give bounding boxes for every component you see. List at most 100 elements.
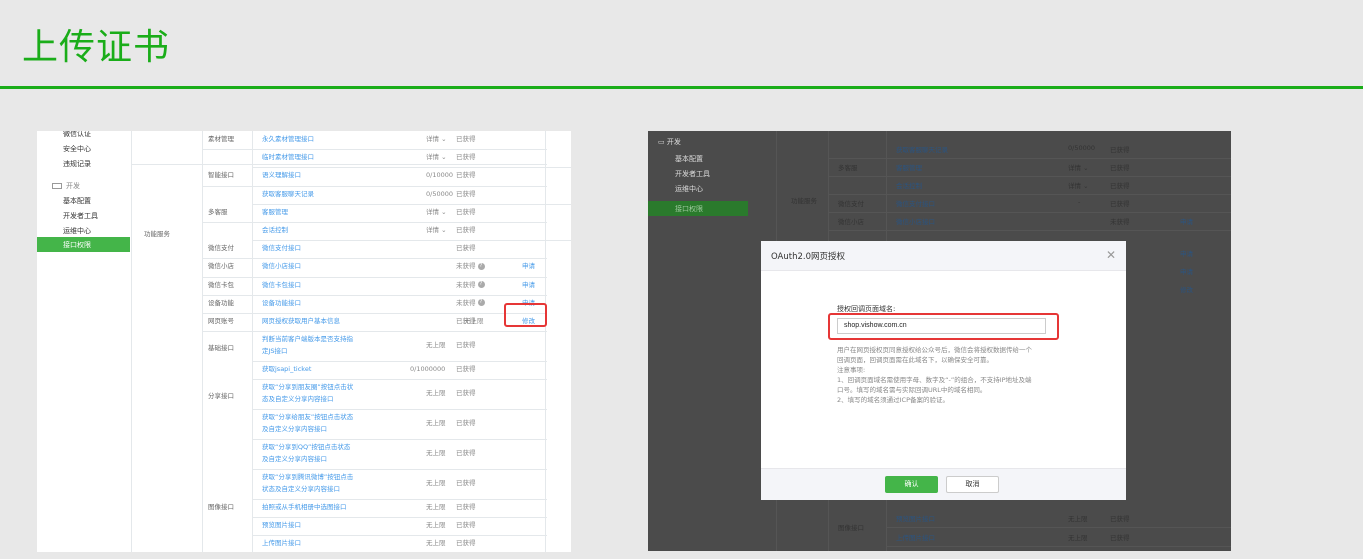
dialog-footer: 确认 取消 [761, 468, 1126, 500]
interface-link[interactable]: 获取客服聊天记录 [896, 144, 948, 154]
interface-link[interactable]: 获取jsapi_ticket [262, 364, 311, 375]
status-cell: 已获得 [456, 341, 476, 350]
oauth-dialog: OAuth2.0网页授权 ✕ 授权回调页面域名: shop.vishow.com… [761, 241, 1126, 500]
limit-cell: 详情 ⌄ [1068, 182, 1089, 190]
sidebar-item-interface-permissions[interactable]: 接口权限 [37, 237, 130, 252]
limit-cell: 0/50000 [426, 189, 454, 198]
limit-cell: 0/10000 [426, 171, 454, 180]
confirm-button[interactable]: 确认 [885, 476, 938, 493]
interface-link[interactable]: 会话控制 [896, 180, 922, 190]
category-cell: 微信卡包 [208, 280, 234, 289]
interface-link[interactable]: 微信小店接口 [262, 261, 301, 272]
limit-cell: 无上限 [1068, 534, 1088, 542]
highlight-box [828, 313, 1059, 340]
sidebar-item-ops-center[interactable]: 运维中心 [63, 226, 91, 236]
interface-link[interactable]: 微信卡包接口 [262, 280, 301, 291]
interface-link[interactable]: 及自定义分享内容接口 [262, 424, 327, 435]
category-cell: 图像接口 [208, 503, 234, 512]
status-cell: 已获得 [456, 389, 476, 398]
interface-link[interactable]: 网页授权获取用户基本信息 [262, 316, 340, 327]
sidebar-item-basic-config[interactable]: 基本配置 [63, 196, 91, 206]
dialog-note: 2、填写的域名须通过ICP备案的验证。 [837, 396, 950, 404]
interface-link[interactable]: 会话控制 [262, 225, 288, 236]
category-cell: 网页账号 [208, 317, 234, 325]
status-cell: 未获得? [456, 280, 485, 291]
status-cell: 已获得 [456, 153, 476, 162]
interface-link[interactable]: 设备功能接口 [262, 298, 301, 309]
interface-link[interactable]: 拍照或从手机相册中选图接口 [262, 502, 347, 513]
close-icon[interactable]: ✕ [1106, 248, 1116, 262]
title-divider [0, 86, 1363, 89]
interface-link[interactable]: 上传图片接口 [262, 538, 301, 549]
status-cell: 未获得 [1110, 218, 1130, 226]
sidebar-group-dev: ▭ 开发 [658, 138, 681, 146]
limit-cell[interactable]: 详情 ⌄ [426, 207, 447, 218]
help-icon[interactable]: ? [477, 299, 485, 307]
sidebar-item-security[interactable]: 安全中心 [63, 144, 91, 154]
interface-link[interactable]: 态及自定义分享内容接口 [262, 394, 334, 405]
interface-link[interactable]: 获取客服聊天记录 [262, 189, 314, 200]
interface-link[interactable]: 语义理解接口 [262, 170, 301, 181]
interface-link[interactable]: 预览图片接口 [896, 513, 935, 523]
apply-link[interactable]: 申请 [1180, 248, 1193, 258]
sidebar-item-interface-permissions[interactable]: 接口权限 [648, 201, 748, 216]
interface-link[interactable]: 客服管理 [262, 207, 288, 218]
interface-link[interactable]: 微信支付接口 [262, 243, 301, 254]
category-cell: 基础接口 [208, 344, 234, 353]
category-cell: 分享接口 [208, 392, 234, 401]
interface-link[interactable]: 上传图片接口 [896, 532, 935, 542]
sidebar-item-dev-tools[interactable]: 开发者工具 [63, 211, 98, 221]
slide-title: 上传证书 [22, 27, 171, 68]
interface-link[interactable]: 客服管理 [896, 162, 922, 172]
permissions-table: 素材管理 永久素材管理接口 详情 ⌄ 已获得 临时素材管理接口 详情 ⌄ 已获得 智能接口 语义… [131, 131, 571, 552]
apply-link[interactable]: 申请 [522, 280, 535, 291]
sidebar-item-ops-center[interactable]: 运维中心 [675, 184, 703, 194]
code-icon [52, 183, 62, 189]
dialog-title: OAuth2.0网页授权 [771, 252, 845, 262]
limit-cell: 详情 ⌄ [1068, 164, 1089, 172]
interface-link[interactable]: 定JS接口 [262, 346, 288, 357]
apply-link[interactable]: 申请 [1180, 266, 1193, 276]
category-cell: 图像接口 [838, 524, 864, 532]
code-icon: ▭ [658, 138, 667, 146]
limit-cell[interactable]: 详情 ⌄ [426, 225, 447, 236]
limit-cell: 0/50000 [1068, 144, 1096, 152]
category-cell: 微信小店 [838, 218, 864, 226]
apply-link[interactable]: 申请 [522, 261, 535, 272]
status-cell: 已获得 [456, 189, 476, 198]
apply-link[interactable]: 申请 [1180, 216, 1193, 226]
sidebar-item-wechat-verify[interactable]: 微信认证 [63, 131, 91, 139]
limit-cell: 无上限 [426, 479, 446, 488]
cancel-button[interactable]: 取消 [946, 476, 999, 493]
interface-link[interactable]: 临时素材管理接口 [262, 152, 314, 163]
interface-link[interactable]: 获取“分享到朋友圈”按钮点击状 [262, 382, 353, 393]
status-cell: 已获得 [1110, 146, 1130, 154]
interface-link[interactable]: 微信支付接口 [896, 198, 935, 208]
oauth-dialog-screenshot: ▭ 开发 基本配置 开发者工具 运维中心 接口权限 获取客服聊天记录 0/5000… [648, 131, 1231, 551]
sidebar-item-violations[interactable]: 违规记录 [63, 159, 91, 169]
interface-link[interactable]: 状态及自定义分享内容接口 [262, 484, 340, 495]
status-cell: 已获得 [456, 244, 476, 253]
limit-cell: 无上限 [426, 389, 446, 398]
interface-link[interactable]: 预览图片接口 [262, 520, 301, 531]
interface-link[interactable]: 判断当前客户端版本是否支持指 [262, 334, 353, 345]
status-cell: 已获得 [1110, 515, 1130, 523]
modify-link[interactable]: 修改 [1180, 284, 1193, 294]
category-cell: 微信支付 [208, 244, 234, 253]
interface-link[interactable]: 微信小店接口 [896, 216, 935, 226]
interface-link[interactable]: 及自定义分享内容接口 [262, 454, 327, 465]
sidebar-item-basic-config[interactable]: 基本配置 [675, 154, 703, 164]
interface-link[interactable]: 获取“分享给朋友”按钮点击状态 [262, 412, 353, 423]
group-label: 功能服务 [791, 197, 817, 205]
help-icon[interactable]: ? [477, 281, 485, 289]
interface-link[interactable]: 获取“分享到腾讯微博”按钮点击 [262, 472, 353, 483]
limit-cell[interactable]: 详情 ⌄ [426, 152, 447, 163]
sidebar-item-dev-tools[interactable]: 开发者工具 [675, 169, 710, 179]
limit-cell: 无上限 [426, 521, 446, 530]
help-icon[interactable]: ? [477, 262, 485, 270]
limit-cell: 无上限 [426, 341, 446, 350]
limit-cell: 无上限 [426, 449, 446, 458]
interface-link[interactable]: 获取“分享到QQ”按钮点击状态 [262, 442, 350, 453]
interface-link[interactable]: 永久素材管理接口 [262, 134, 314, 145]
limit-cell[interactable]: 详情 ⌄ [426, 134, 447, 145]
